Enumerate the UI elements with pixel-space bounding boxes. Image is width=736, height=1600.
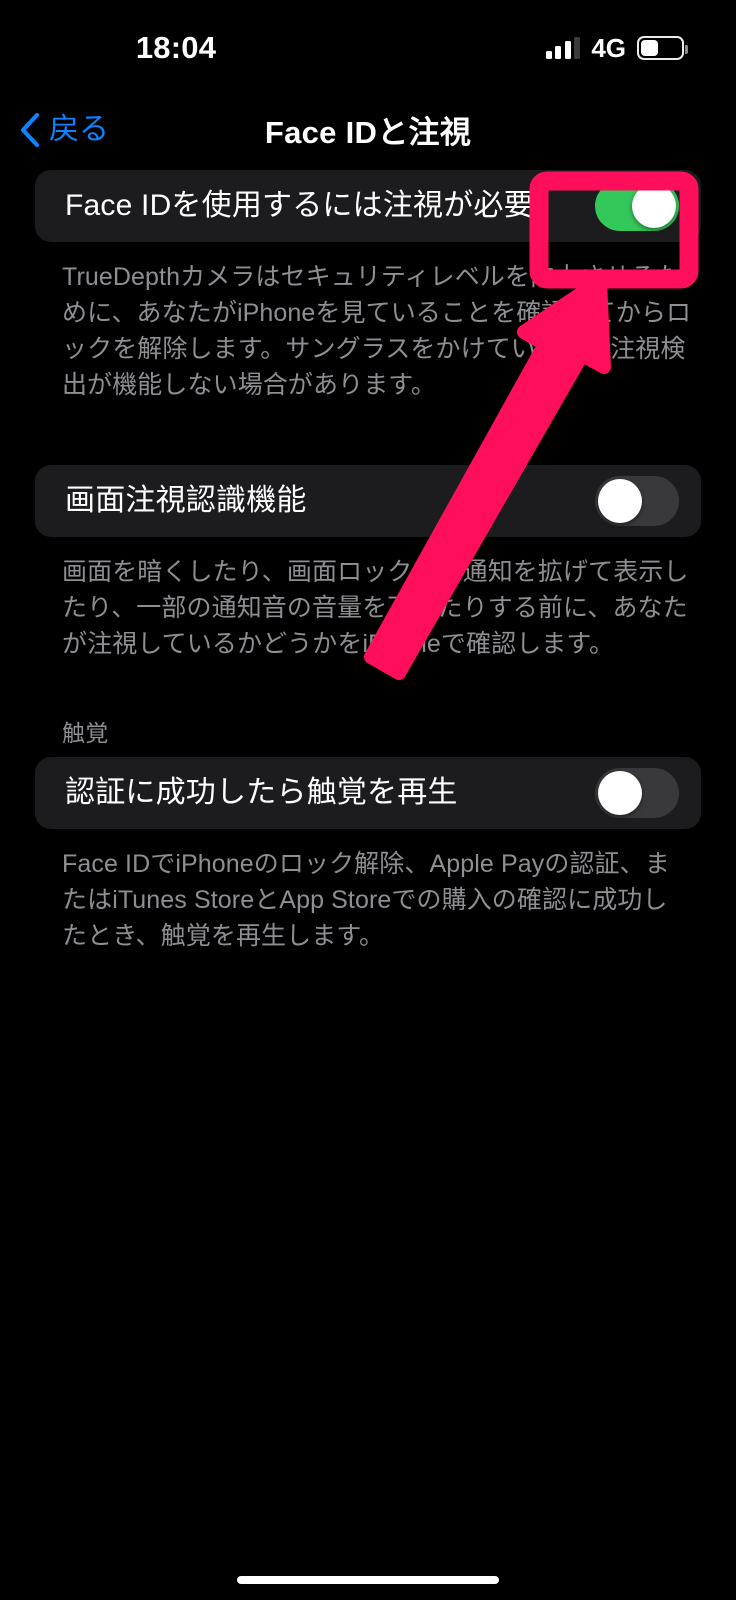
row-face-id-attention-required[interactable]: Face IDを使用するには注視が必要 (35, 170, 701, 242)
page-title: Face IDと注視 (264, 115, 472, 150)
section-footer-haptics: Face IDでiPhoneのロック解除、Apple Payの認証、またはiTu… (62, 850, 670, 950)
status-bar-indicators: 4G (545, 33, 688, 63)
toggle-attention-aware-features[interactable] (595, 476, 679, 526)
row-haptic-on-successful-authentication[interactable]: 認証に成功したら触覚を再生 (35, 757, 701, 829)
battery-fill (641, 40, 658, 56)
toggle-haptic-on-successful-authentication[interactable] (595, 768, 679, 818)
status-bar-time: 18:04 (135, 30, 217, 65)
row-attention-aware-features[interactable]: 画面注視認識機能 (35, 465, 701, 537)
navigation-bar: 戻る Face IDと注視 (0, 96, 736, 170)
row-label: Face IDを使用するには注視が必要 (65, 189, 534, 222)
battery-icon (637, 36, 688, 60)
row-label: 認証に成功したら触覚を再生 (65, 776, 458, 809)
section-footer-attention-required: TrueDepthカメラはセキュリティレベルを向上させるために、あなたがiPho… (62, 263, 692, 399)
cellular-signal-icon (545, 37, 581, 59)
toggle-knob (598, 771, 642, 815)
network-type-label: 4G (591, 33, 626, 63)
battery-cap (684, 45, 688, 54)
settings-section-attention-required: Face IDを使用するには注視が必要 TrueDepthカメラはセキュリティレ… (0, 170, 736, 403)
toggle-knob (632, 184, 676, 228)
row-label: 画面注視認識機能 (65, 484, 307, 517)
status-bar: 18:04 4G (0, 0, 736, 96)
settings-list: Face IDを使用するには注視が必要 TrueDepthカメラはセキュリティレ… (0, 170, 736, 954)
section-footer-attention-aware: 画面を暗くしたり、画面ロック中に通知を拡げて表示したり、一部の通知音の音量を下げ… (62, 558, 689, 658)
toggle-face-id-attention-required[interactable] (595, 181, 679, 231)
settings-section-attention-aware: 画面注視認識機能 画面を暗くしたり、画面ロック中に通知を拡げて表示したり、一部の… (0, 465, 736, 662)
toggle-knob (598, 479, 642, 523)
section-header-haptics: 触覚 (62, 720, 109, 746)
home-indicator (237, 1576, 499, 1584)
settings-section-haptics: 触覚 認証に成功したら触覚を再生 Face IDでiPhoneのロック解除、Ap… (0, 714, 736, 954)
